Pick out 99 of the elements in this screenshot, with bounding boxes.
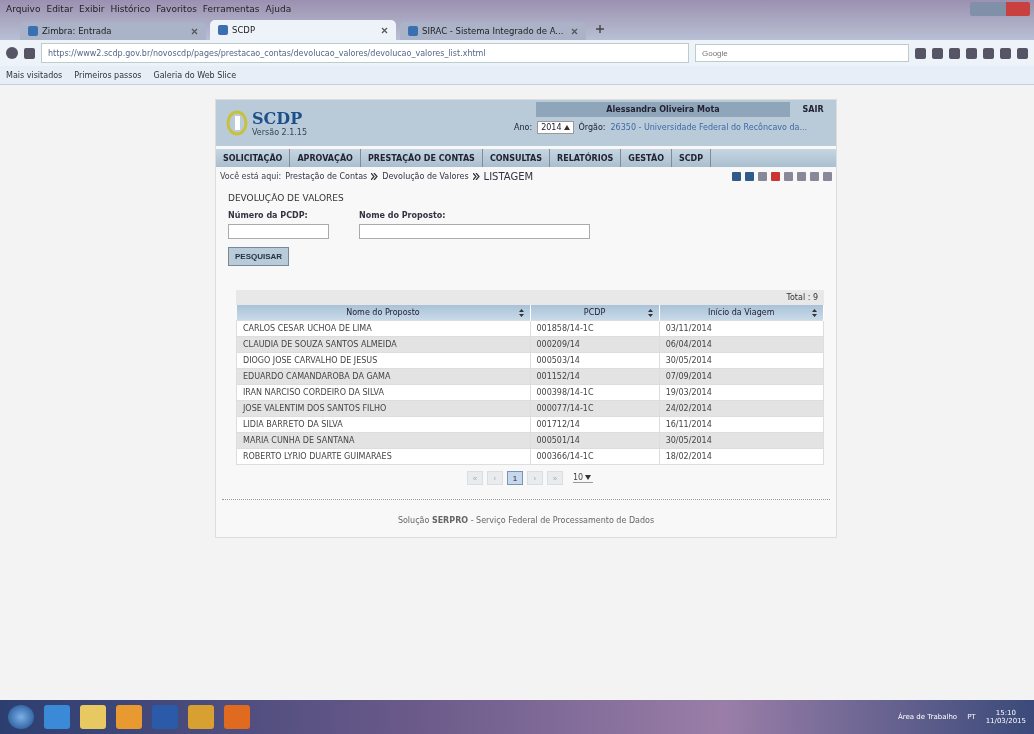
nav-item[interactable]: SCDP [671,149,712,167]
table-cell: 18/02/2014 [659,448,824,465]
table-cell: 000366/14-1C [530,448,660,465]
sort-icon[interactable] [647,309,653,317]
nav-item[interactable]: APROVAÇÃO [290,149,361,167]
table-cell: 19/03/2014 [659,384,824,401]
start-icon[interactable] [8,705,34,729]
browser-tab[interactable]: SIRAC - Sistema Integrado de A... [400,22,586,40]
toolbar-icon[interactable] [1000,47,1011,59]
site-icon [24,47,35,59]
table-cell: 000398/14-1C [530,384,660,401]
toolbar-icon[interactable] [932,47,943,59]
table-cell: 30/05/2014 [659,432,824,449]
browser-tab[interactable]: SCDP [210,20,396,40]
page-icon [408,26,418,36]
menu-item[interactable]: Ferramentas [202,4,260,14]
table-cell: 000077/14-1C [530,400,660,417]
column-header[interactable]: PCDP [530,305,660,321]
close-icon[interactable] [571,27,578,35]
table-cell: 001152/14 [530,368,660,385]
menu-item[interactable]: Histórico [110,4,151,14]
separator-icon [371,172,379,180]
org-label: Órgão: [578,123,606,132]
menu-item[interactable]: Exibir [79,4,105,14]
section-title: DEVOLUÇÃO DE VALORES [228,193,345,203]
table-cell: ROBERTO LYRIO DUARTE GUIMARAES [236,448,530,465]
toolbar-icon[interactable] [983,47,994,59]
bookmark-link[interactable]: Primeiros passos [74,70,142,80]
page-icon [218,25,228,35]
table-cell: 06/04/2014 [659,336,824,353]
field-label: Nome do Proposto: [359,211,447,220]
page-icon [28,26,38,36]
close-icon[interactable] [381,26,388,34]
table-cell: IRAN NARCISO CORDEIRO DA SILVA [236,384,530,401]
table-cell: CLAUDIA DE SOUZA SANTOS ALMEIDA [236,336,530,353]
table-cell: 001858/14-1C [530,320,660,337]
field-label: Número da PCDP: [228,211,309,220]
table-cell: 24/02/2014 [659,400,824,417]
nav-item[interactable]: SOLICITAÇÃO [216,149,291,167]
table-cell: 000503/14 [530,352,660,369]
table-cell: JOSE VALENTIM DOS SANTOS FILHO [236,400,530,417]
nav-item[interactable]: PRESTAÇÃO DE CONTAS [360,149,483,167]
toolbar-icon[interactable] [949,47,960,59]
spinner-icon[interactable] [563,125,570,130]
bookmark-link[interactable]: Mais visitados [6,70,63,80]
table-cell: CARLOS CESAR UCHOA DE LIMA [236,320,530,337]
menu-item[interactable]: Favoritos [156,4,197,14]
breadcrumb-item[interactable]: Devolução de Valores [382,171,469,181]
footer-text: Solução SERPRO - Serviço Federal de Processamento de Dados [396,515,656,527]
breadcrumb-item[interactable]: Prestação de Contas [285,171,368,181]
toolbar-icon[interactable] [966,47,977,59]
logout-link[interactable]: SAIR [790,102,836,117]
search-button[interactable]: PESQUISAR [228,247,290,266]
nav-item[interactable]: GESTÃO [621,149,672,167]
table-cell: 07/09/2014 [659,368,824,385]
table-cell: MARIA CUNHA DE SANTANA [236,432,530,449]
table-cell: EDUARDO CAMANDAROBA DA GAMA [236,368,530,385]
logo-icon [226,110,248,136]
page-size-select[interactable]: 10 [572,473,594,483]
search-field[interactable]: Google [695,44,909,62]
table-cell: DIOGO JOSE CARVALHO DE JESUS [236,352,530,369]
user-name: Alessandra Oliveira Mota [536,102,790,117]
nav-item[interactable]: CONSULTAS [482,149,551,167]
toolbar-icon[interactable] [1017,47,1028,59]
sort-icon[interactable] [518,309,524,317]
sort-icon[interactable] [812,309,817,317]
column-header[interactable]: Início da Viagem [659,305,824,321]
column-header[interactable]: Nome do Proposto [236,305,530,321]
bookmark-link[interactable]: Galeria do Web Slice [153,70,237,80]
year-select[interactable]: 2014 [537,121,574,134]
table-cell: 03/11/2014 [659,320,824,337]
version-label: Versão 2.1.15 [252,128,307,137]
total-count: Total : 9 [236,290,824,305]
table-cell: 000501/14 [530,432,660,449]
menu-item[interactable]: Ajuda [265,4,292,14]
toolbar-icon[interactable] [915,47,926,59]
input-field[interactable] [228,224,329,239]
menu-item[interactable]: Arquivo [6,4,41,14]
table-cell: LIDIA BARRETO DA SILVA [236,416,530,433]
table-cell: 000209/14 [530,336,660,353]
back-icon[interactable] [6,47,18,59]
close-icon[interactable] [191,27,198,35]
dropdown-icon[interactable] [585,475,592,480]
browser-tab[interactable]: Zimbra: Entrada [20,22,206,40]
breadcrumb-label: Você está aqui: [220,171,282,181]
table-cell: 16/11/2014 [659,416,824,433]
table-cell: 001712/14 [530,416,660,433]
separator-icon [472,172,480,180]
page-button[interactable]: 1 [506,471,523,485]
nav-item[interactable]: RELATÓRIOS [550,149,622,167]
url-field[interactable]: https://www2.scdp.gov.br/novoscdp/pages/prestacao_contas/devolucao_valores/devolucao_valores_list.xhtml [41,43,689,63]
new-tab-icon[interactable] [596,25,604,33]
year-label: Ano: [514,123,533,132]
table-cell: 30/05/2014 [659,352,824,369]
org-link[interactable]: 26350 - Universidade Federal do Recôncavo da... [610,123,808,132]
breadcrumb-item: LISTAGEM [483,170,534,182]
input-field[interactable] [359,224,590,239]
menu-item[interactable]: Editar [46,4,74,14]
logo-text: SCDP [252,109,304,128]
